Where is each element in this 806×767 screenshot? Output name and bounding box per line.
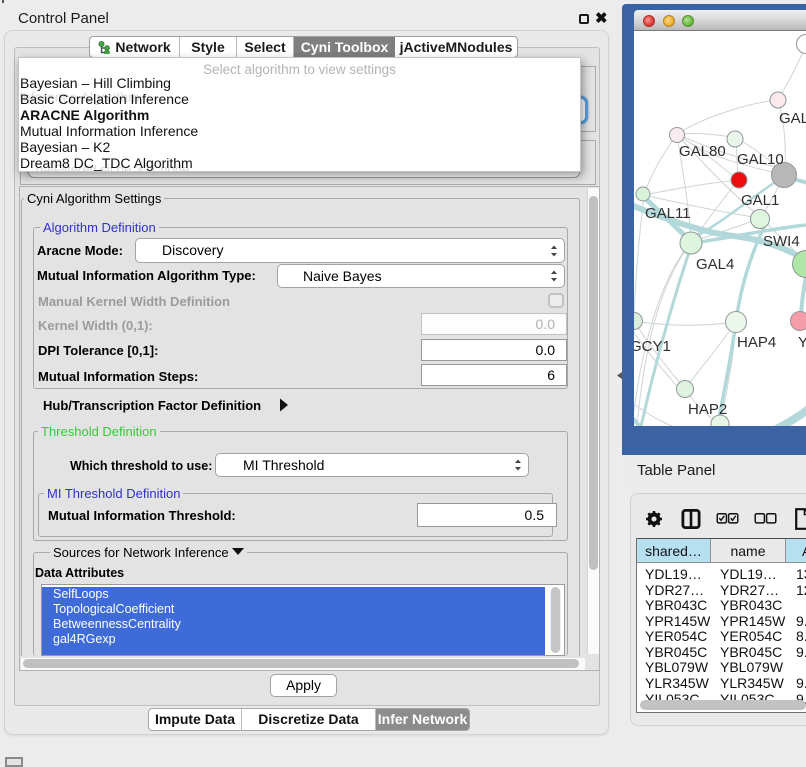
svg-text:GAL1: GAL1 xyxy=(741,192,779,209)
svg-text:SWI4: SWI4 xyxy=(763,233,800,250)
svg-text:GCY1: GCY1 xyxy=(634,338,671,355)
svg-text:GAL2: GAL2 xyxy=(779,110,806,127)
svg-text:Y: Y xyxy=(798,334,806,351)
svg-text:HAP4: HAP4 xyxy=(737,334,776,351)
svg-text:GAL10: GAL10 xyxy=(737,151,784,168)
svg-text:GAL4: GAL4 xyxy=(696,256,734,273)
svg-text:GAL80: GAL80 xyxy=(679,143,726,160)
svg-text:GAL11: GAL11 xyxy=(645,205,691,222)
svg-text:HAP2: HAP2 xyxy=(688,401,727,418)
